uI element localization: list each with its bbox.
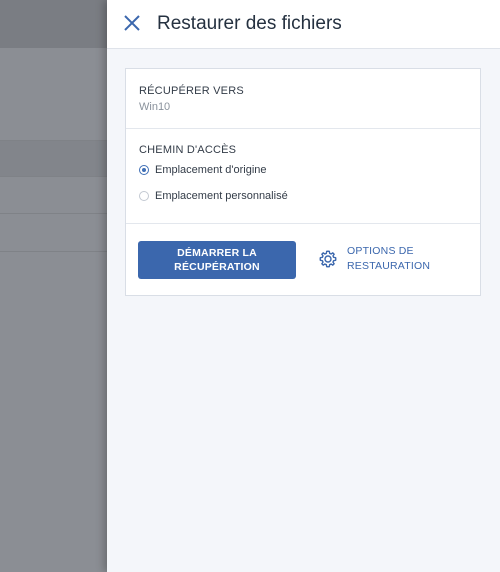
actions-section: DÉMARRER LA RÉCUPÉRATION OPTIONS DE REST… <box>126 224 480 295</box>
background-selected-row <box>0 140 107 176</box>
recover-to-section: RÉCUPÉRER VERS Win10 <box>126 69 480 129</box>
radio-button-unchecked[interactable] <box>139 191 149 201</box>
start-recovery-button[interactable]: DÉMARRER LA RÉCUPÉRATION <box>138 241 296 279</box>
panel-header: Restaurer des fichiers <box>107 0 500 49</box>
background-header <box>0 0 107 48</box>
radio-label-original: Emplacement d'origine <box>155 164 267 176</box>
radio-custom-location[interactable]: Emplacement personnalisé <box>139 190 288 202</box>
restore-card: RÉCUPÉRER VERS Win10 CHEMIN D'ACCÈS Empl… <box>125 68 481 296</box>
radio-button-checked[interactable] <box>139 165 149 175</box>
radio-label-custom: Emplacement personnalisé <box>155 190 288 202</box>
panel-title: Restaurer des fichiers <box>157 13 342 34</box>
background-row-divider <box>0 140 107 141</box>
path-label: CHEMIN D'ACCÈS <box>139 144 237 156</box>
radio-original-location[interactable]: Emplacement d'origine <box>139 164 267 176</box>
restore-options-label-line2: RESTAURATION <box>347 260 431 272</box>
background-overlay <box>0 0 107 572</box>
restore-options-label: OPTIONS DE RESTAURATION <box>347 244 430 274</box>
background-row-divider <box>0 213 107 214</box>
start-recovery-label-line2: RÉCUPÉRATION <box>174 261 260 273</box>
recover-to-value: Win10 <box>139 101 171 113</box>
start-recovery-label-line1: DÉMARRER LA <box>177 247 257 259</box>
background-row-divider <box>0 176 107 177</box>
background-row-divider <box>0 251 107 252</box>
recover-to-label: RÉCUPÉRER VERS <box>139 85 244 97</box>
restore-options-label-line1: OPTIONS DE <box>347 245 414 257</box>
restore-files-panel: Restaurer des fichiers RÉCUPÉRER VERS Wi… <box>107 0 500 572</box>
close-icon <box>124 15 140 31</box>
path-section: CHEMIN D'ACCÈS Emplacement d'origine Emp… <box>126 129 480 224</box>
gear-icon <box>319 250 337 268</box>
close-button[interactable] <box>123 14 141 32</box>
restore-options-button[interactable]: OPTIONS DE RESTAURATION <box>318 244 430 274</box>
